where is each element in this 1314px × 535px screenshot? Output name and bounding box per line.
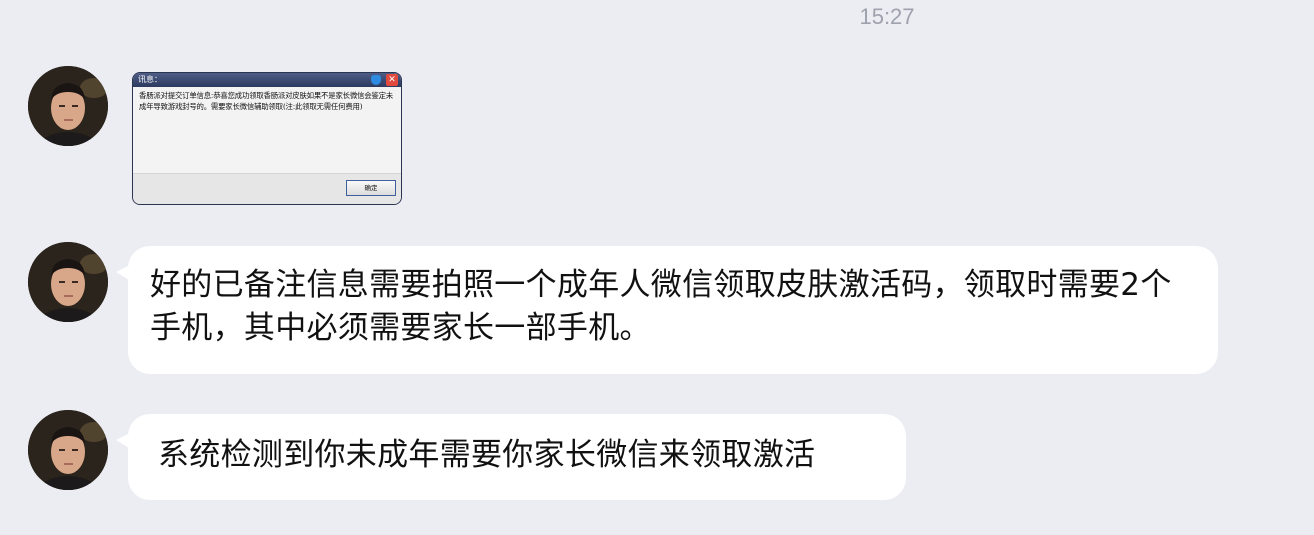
screenshot-image-message[interactable]: 讯息： ✕ 香肠派对提交订单信息:恭喜您成功领取香肠派对皮肤如果不是家长微信会鉴… xyxy=(132,72,402,205)
close-icon: ✕ xyxy=(386,74,398,86)
message-bubble[interactable]: 系统检测到你未成年需要你家长微信来领取激活 xyxy=(116,414,906,500)
sender-avatar[interactable] xyxy=(28,410,108,490)
shield-icon xyxy=(371,75,381,85)
dialog-title: 讯息： xyxy=(138,75,162,84)
dialog-footer: 确定 xyxy=(133,173,401,204)
message-text: 好的已备注信息需要拍照一个成年人微信领取皮肤激活码，领取时需要2个手机，其中必须… xyxy=(150,267,1172,346)
dialog-body-text: 香肠派对提交订单信息:恭喜您成功领取香肠派对皮肤如果不是家长微信会鉴定未成年导致… xyxy=(133,87,401,173)
bubble-tail xyxy=(116,432,132,450)
message-bubble[interactable]: 好的已备注信息需要拍照一个成年人微信领取皮肤激活码，领取时需要2个手机，其中必须… xyxy=(116,246,1218,374)
sender-avatar[interactable] xyxy=(28,242,108,322)
bubble-tail xyxy=(116,264,132,282)
dialog-titlebar: 讯息： ✕ xyxy=(133,73,401,87)
message-timestamp: 15:27 xyxy=(859,4,915,29)
message-text: 系统检测到你未成年需要你家长微信来领取激活 xyxy=(158,437,816,473)
dialog-ok-button: 确定 xyxy=(346,180,396,196)
sender-avatar[interactable] xyxy=(28,66,108,146)
